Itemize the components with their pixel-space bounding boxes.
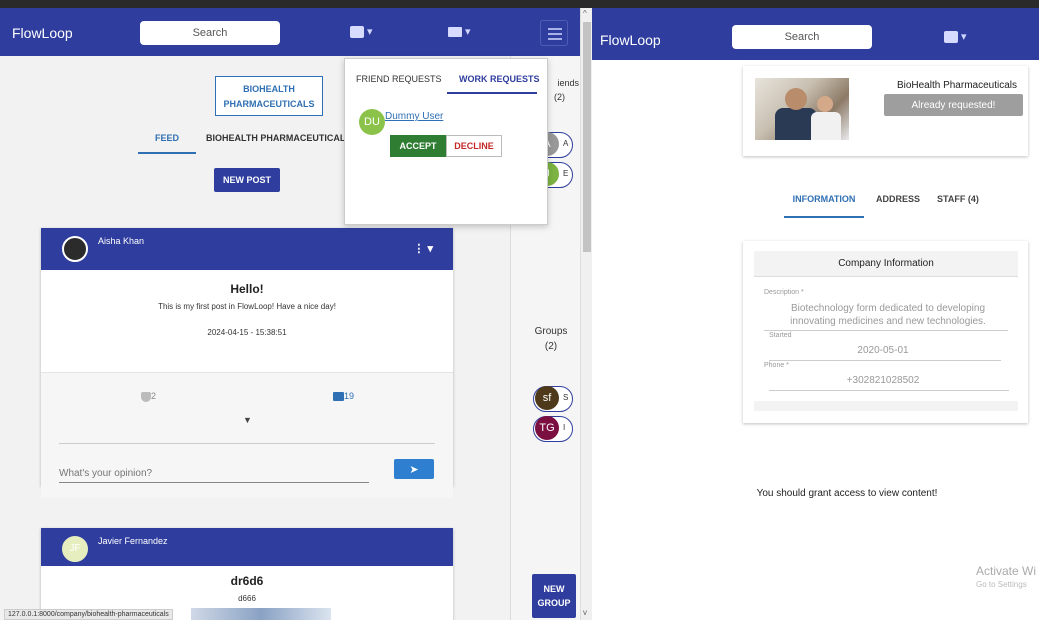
tab-work-requests[interactable]: WORK REQUESTS bbox=[459, 74, 540, 84]
brand-logo[interactable]: FlowLoop bbox=[600, 32, 661, 48]
right-window: FlowLoop Search ▾ BioHealth Pharmaceutic… bbox=[592, 8, 1039, 620]
post-text: d666 bbox=[238, 594, 256, 603]
top-navbar: FlowLoop Search ▾ ▾ bbox=[0, 8, 580, 56]
new-group-label: NEW bbox=[543, 584, 565, 594]
tab-company[interactable]: BIOHEALTH PHARMACEUTICALS bbox=[206, 126, 351, 150]
active-tab-indicator bbox=[447, 92, 537, 94]
opinion-input[interactable] bbox=[59, 465, 369, 483]
expand-comments-icon[interactable]: ▼ bbox=[243, 415, 252, 425]
divider bbox=[769, 360, 1001, 361]
post-author[interactable]: Aisha Khan bbox=[98, 236, 144, 246]
upvote-button[interactable]: 2 bbox=[141, 391, 156, 402]
screen: FlowLoop Search ▾ ▾ BIOHEALTH PHARMACEUT… bbox=[0, 0, 1039, 620]
scroll-thumb[interactable] bbox=[583, 22, 591, 252]
company-name: BioHealth Pharmaceuticals bbox=[896, 80, 1017, 91]
mail-menu-icon[interactable]: ▾ bbox=[448, 25, 471, 38]
group-avatar: TG bbox=[535, 416, 559, 440]
brand-logo[interactable]: FlowLoop bbox=[12, 25, 73, 41]
post-title: Hello! bbox=[230, 282, 264, 296]
already-requested-button[interactable]: Already requested! bbox=[884, 94, 1023, 116]
new-group-button[interactable]: NEW GROUP bbox=[532, 574, 576, 618]
post-image bbox=[191, 608, 331, 620]
comments-button[interactable]: 19 bbox=[333, 391, 355, 402]
scroll-up-icon[interactable]: ^ bbox=[583, 9, 587, 18]
company-chip[interactable]: BIOHEALTH PHARMACEUTICALS bbox=[215, 76, 323, 116]
windows-activation-watermark: Activate Wi bbox=[976, 564, 1037, 578]
scrollbar[interactable]: ^ v bbox=[580, 8, 592, 620]
post-body: dr6d6 d666 bbox=[41, 574, 453, 620]
post-header: JF Javier Fernandez bbox=[41, 528, 453, 566]
started-field[interactable]: 2020-05-01 bbox=[803, 344, 963, 357]
started-label: Started bbox=[769, 332, 792, 339]
accept-button[interactable]: ACCEPT bbox=[390, 135, 446, 157]
top-navbar: FlowLoop Search ▾ bbox=[592, 8, 1039, 60]
post-header: Aisha Khan ⋮ ▾ bbox=[41, 228, 453, 270]
title-strip bbox=[0, 0, 1039, 8]
group-avatar: sf bbox=[535, 386, 559, 410]
left-window: FlowLoop Search ▾ ▾ BIOHEALTH PHARMACEUT… bbox=[0, 8, 592, 620]
tab-feed[interactable]: FEED bbox=[138, 126, 196, 154]
post-card: JF Javier Fernandez dr6d6 d666 bbox=[41, 528, 453, 620]
hamburger-menu-button[interactable] bbox=[540, 20, 568, 46]
post-date: 2024-04-15 - 15:38:51 bbox=[207, 328, 287, 337]
company-photo bbox=[755, 78, 849, 140]
avatar: DU bbox=[359, 109, 385, 135]
requester-name-link[interactable]: Dummy User bbox=[385, 111, 443, 122]
friend-name: E bbox=[563, 169, 569, 178]
search-input[interactable]: Search bbox=[732, 25, 872, 49]
group-chip[interactable]: sf S bbox=[533, 386, 573, 412]
post-footer: 2 19 ▼ ➤ bbox=[41, 372, 453, 498]
search-input[interactable]: Search bbox=[140, 21, 280, 45]
company-header-card: BioHealth Pharmaceuticals Already reques… bbox=[743, 66, 1028, 156]
requests-dropdown: FRIEND REQUESTS WORK REQUESTS DU Dummy U… bbox=[344, 58, 548, 225]
description-field[interactable]: Biotechnology form dedicated to developi… bbox=[773, 302, 1003, 328]
card-title: Company Information bbox=[754, 251, 1018, 277]
avatar[interactable]: JF bbox=[62, 536, 88, 562]
divider bbox=[764, 330, 1008, 331]
company-information-card: Company Information Description * Biotec… bbox=[743, 241, 1028, 423]
group-name: S bbox=[563, 393, 569, 402]
tab-friend-requests[interactable]: FRIEND REQUESTS bbox=[356, 74, 442, 84]
phone-field[interactable]: +302821028502 bbox=[803, 374, 963, 387]
send-comment-button[interactable]: ➤ bbox=[394, 459, 434, 479]
upvote-count: 2 bbox=[151, 391, 157, 401]
company-menu-icon[interactable]: ▾ bbox=[350, 25, 373, 39]
new-group-label: GROUP bbox=[537, 598, 571, 608]
group-chip[interactable]: TG I bbox=[533, 416, 573, 442]
description-label: Description * bbox=[764, 289, 804, 296]
more-options-icon[interactable]: ⋮ ▾ bbox=[413, 242, 433, 255]
company-menu-icon[interactable]: ▾ bbox=[944, 30, 967, 44]
new-post-button[interactable]: NEW POST bbox=[214, 168, 280, 192]
status-url: 127.0.0.1:8000/company/biohealth-pharmac… bbox=[4, 609, 173, 620]
post-text: This is my first post in FlowLoop! Have … bbox=[158, 302, 336, 311]
post-title: dr6d6 bbox=[230, 574, 264, 588]
post-author[interactable]: Javier Fernandez bbox=[98, 536, 168, 546]
comment-count: 19 bbox=[344, 391, 355, 401]
phone-label: Phone * bbox=[764, 362, 789, 369]
shield-check-icon bbox=[141, 391, 151, 402]
card-footer bbox=[754, 401, 1018, 411]
group-name: I bbox=[563, 423, 566, 432]
friend-name: A bbox=[563, 139, 569, 148]
send-icon: ➤ bbox=[409, 463, 419, 476]
decline-button[interactable]: DECLINE bbox=[446, 135, 502, 157]
post-body: Hello! This is my first post in FlowLoop… bbox=[41, 282, 453, 372]
windows-activation-subtext: Go to Settings bbox=[976, 580, 1027, 589]
avatar[interactable] bbox=[62, 236, 88, 262]
divider bbox=[769, 390, 1009, 391]
tab-address[interactable]: ADDRESS bbox=[876, 190, 920, 208]
groups-header: Groups (2) bbox=[521, 324, 581, 370]
scroll-down-icon[interactable]: v bbox=[583, 608, 587, 617]
tab-information[interactable]: INFORMATION bbox=[784, 190, 864, 218]
groups-label: Groups bbox=[534, 326, 568, 337]
tab-staff[interactable]: STAFF (4) bbox=[937, 190, 979, 208]
divider bbox=[59, 443, 435, 444]
groups-count: (2) bbox=[544, 341, 558, 352]
grant-access-message: You should grant access to view content! bbox=[756, 488, 938, 499]
comment-icon bbox=[333, 392, 344, 402]
post-card: Aisha Khan ⋮ ▾ Hello! This is my first p… bbox=[41, 228, 453, 498]
